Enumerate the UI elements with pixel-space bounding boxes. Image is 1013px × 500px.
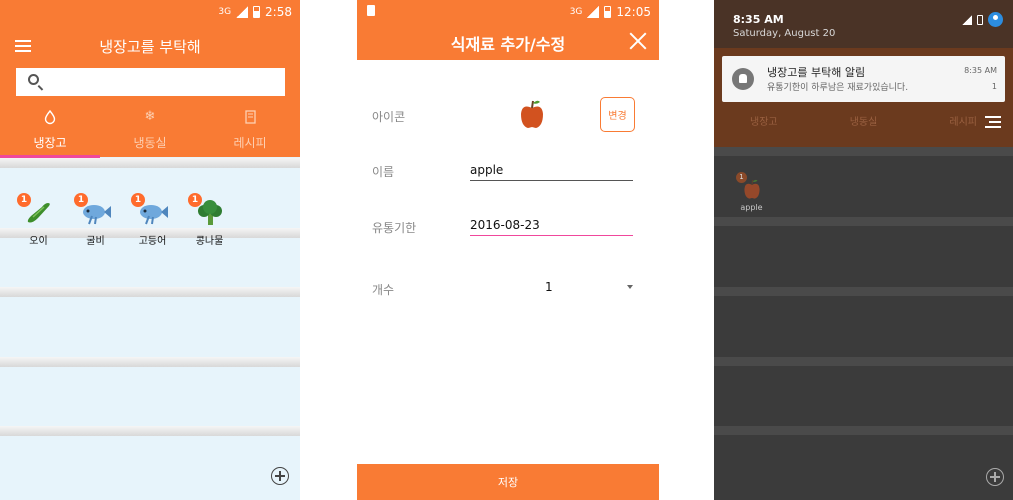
notification-time: 8:35 AM <box>964 66 997 75</box>
search-icon <box>28 74 39 85</box>
count-select[interactable]: 1 <box>470 277 635 299</box>
icon-label: 아이콘 <box>372 110 406 124</box>
food-item[interactable]: 1 apple <box>734 172 769 212</box>
dialog-app-bar: 3G 12:05 식재료 추가/수정 <box>357 0 659 60</box>
tab-fridge[interactable]: 냉장고 <box>714 113 814 133</box>
save-button[interactable]: 저장 <box>357 464 659 500</box>
signal-icon <box>236 6 249 18</box>
tab-label: 레시피 <box>233 136 267 150</box>
shelf <box>0 287 300 297</box>
count-badge: 1 <box>188 193 202 207</box>
shade-date: Saturday, August 20 <box>733 28 836 39</box>
change-icon-button[interactable]: 변경 <box>600 97 635 132</box>
count-badge: 1 <box>131 193 145 207</box>
add-icon[interactable] <box>271 467 289 485</box>
add-edit-screen: 3G 12:05 식재료 추가/수정 아이콘 변경 이름 유통기한 개수 1 저… <box>357 0 659 500</box>
search-input[interactable] <box>16 68 285 96</box>
recipe-book-icon <box>244 110 256 124</box>
close-icon[interactable] <box>629 32 647 50</box>
status-time: 12:05 <box>616 5 651 19</box>
notification-title: 냉장고를 부탁해 알림 <box>767 66 866 79</box>
count-badge: 1 <box>74 193 88 207</box>
tab-bar: 냉장고 ❄ 냉동실 레시피 <box>0 104 300 157</box>
apple-icon <box>743 179 760 199</box>
food-item[interactable]: 1 오이 <box>10 193 67 247</box>
item-name: 오이 <box>29 236 48 247</box>
signal-icon <box>587 6 600 18</box>
expiry-date-field[interactable] <box>470 214 633 236</box>
shelf <box>0 426 300 436</box>
notification-screen: 8:35 AM Saturday, August 20 냉장고를 부탁해 알림 … <box>714 0 1013 500</box>
add-icon[interactable] <box>986 468 1004 486</box>
shelf <box>714 287 1013 296</box>
tab-label: 냉동실 <box>133 136 167 150</box>
network-type: 3G <box>218 7 232 17</box>
notification-text: 유통기한이 하루남은 재료가있습니다. <box>767 83 909 93</box>
signal-icon <box>962 14 972 25</box>
shelf <box>714 426 1013 435</box>
water-drop-icon <box>44 109 56 125</box>
item-name: apple <box>740 203 763 212</box>
chevron-down-icon <box>627 285 633 289</box>
battery-icon <box>604 6 612 18</box>
name-label: 이름 <box>372 165 395 179</box>
tab-recipe[interactable]: 레시피 <box>200 104 300 157</box>
snowflake-icon: ❄ <box>144 109 156 124</box>
notification-card[interactable]: 냉장고를 부탁해 알림 유통기한이 하루남은 재료가있습니다. 8:35 AM … <box>722 56 1005 102</box>
tab-label: 냉장고 <box>33 136 67 150</box>
tab-freezer[interactable]: ❄ 냉동실 <box>100 104 200 157</box>
shelf <box>0 158 300 168</box>
tab-fridge[interactable]: 냉장고 <box>0 104 100 157</box>
shelf <box>0 357 300 367</box>
user-icon[interactable] <box>988 12 1003 27</box>
item-name: 콩나물 <box>195 236 224 247</box>
shade-status-icons <box>962 12 1003 27</box>
notification-shade-header: 8:35 AM Saturday, August 20 <box>714 0 1013 48</box>
count-value: 1 <box>545 280 553 294</box>
dimmed-tab-bar: 냉장고 냉동실 레시피 <box>714 113 1013 133</box>
app-title: 냉장고를 부탁해 <box>99 38 201 56</box>
status-bar: 3G 2:58 <box>0 0 300 24</box>
item-name: 굴비 <box>86 236 105 247</box>
fridge-screen: 3G 2:58 냉장고를 부탁해 냉장고 ❄ 냉동실 레시피 1 오이 1 굴비… <box>0 0 300 500</box>
count-badge: 1 <box>17 193 31 207</box>
menu-icon[interactable] <box>985 116 1001 128</box>
expiry-label: 유통기한 <box>372 221 417 235</box>
battery-icon <box>253 6 261 18</box>
item-list: 1 오이 1 굴비 1 고등어 1 콩나물 <box>10 193 238 247</box>
food-item[interactable]: 1 굴비 <box>67 193 124 247</box>
item-name: 고등어 <box>138 236 167 247</box>
name-field[interactable] <box>470 159 633 181</box>
food-item[interactable]: 1 고등어 <box>124 193 181 247</box>
dialog-title: 식재료 추가/수정 <box>450 35 566 54</box>
shelf <box>714 217 1013 226</box>
tab-freezer[interactable]: 냉동실 <box>814 113 914 133</box>
count-label: 개수 <box>372 283 395 297</box>
battery-icon <box>977 14 983 25</box>
apple-icon <box>521 100 543 128</box>
network-type: 3G <box>569 7 583 17</box>
shelf <box>714 357 1013 366</box>
status-time: 2:58 <box>265 5 292 19</box>
status-bar: 3G 12:05 <box>357 0 659 24</box>
shelf <box>714 147 1013 156</box>
food-item[interactable]: 1 콩나물 <box>181 193 238 247</box>
notification-count: 1 <box>991 82 997 91</box>
app-bar: 3G 2:58 냉장고를 부탁해 냉장고 ❄ 냉동실 레시피 <box>0 0 300 157</box>
sd-card-icon <box>367 5 375 16</box>
app-notification-icon <box>732 68 754 90</box>
shade-time: 8:35 AM <box>733 13 784 26</box>
